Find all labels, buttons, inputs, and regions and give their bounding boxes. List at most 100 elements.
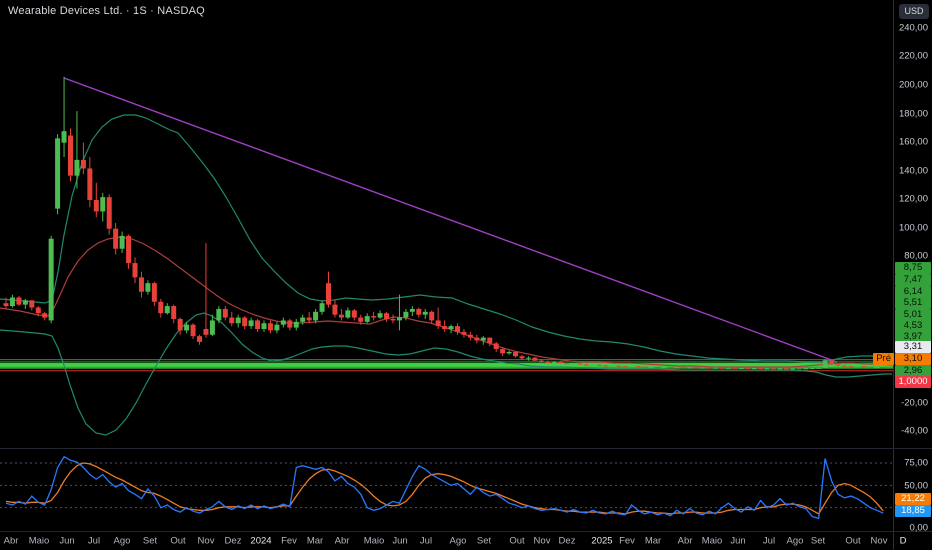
candle-body (783, 368, 789, 370)
candle-body (390, 318, 396, 321)
price-axis-label: 200,00 (898, 79, 928, 91)
price-axis-label: 180,00 (898, 108, 928, 120)
time-axis-month-label: Set (142, 535, 158, 546)
candle-body (429, 311, 435, 321)
candle-body (384, 313, 390, 319)
time-axis-month-label: Nov (197, 535, 215, 546)
candle-body (55, 138, 61, 209)
candle-body (326, 283, 331, 305)
time-axis-month-label: Out (845, 535, 861, 546)
candle-body (725, 367, 731, 369)
candle-body (319, 303, 325, 312)
pre-market-label: Pré (873, 353, 894, 365)
candle-body (854, 366, 860, 368)
pane-divider[interactable] (0, 448, 932, 449)
candle-body (622, 366, 628, 368)
price-axis[interactable]: USD 240,00 220,00 200,00 180,00 160,00 140,00… (894, 0, 932, 550)
candle-body (345, 310, 351, 318)
time-axis-month-label: Dez (558, 535, 576, 546)
rsi-value-label: 21,22 (895, 493, 931, 505)
candle-body (177, 318, 183, 331)
candle-body (22, 300, 28, 305)
candle-body (396, 317, 402, 321)
time-axis-month-label: Mar (644, 535, 662, 546)
candle-body (422, 311, 428, 315)
time-axis-month-label: Ago (449, 535, 467, 546)
candle-body (880, 367, 886, 369)
candle-body (564, 363, 570, 365)
pre-market-price-label: 3,10 (895, 353, 931, 365)
candle-body (596, 364, 602, 366)
candle-body (571, 363, 577, 365)
candle-body (35, 307, 41, 314)
candle-body (209, 320, 215, 335)
candle-body (164, 306, 170, 314)
candle-body (848, 366, 854, 368)
candle-body (835, 364, 841, 366)
candle-body (525, 357, 531, 359)
candle-body (132, 263, 138, 278)
time-axis-month-label: Dez (224, 535, 242, 546)
rsi-axis-label: 50,00 (904, 480, 928, 492)
candle-body (538, 360, 544, 362)
candle-body (654, 366, 660, 368)
candle-body (113, 228, 119, 249)
price-axis-label: 220,00 (898, 50, 928, 62)
candle-body (745, 367, 751, 369)
price-axis-label: 100,00 (898, 222, 928, 234)
candle-body (448, 326, 454, 330)
candle-body (551, 361, 557, 363)
time-axis-month-label: Jun (392, 535, 408, 546)
candle-body (106, 197, 112, 229)
candle-body (861, 366, 867, 368)
candle-body (280, 320, 286, 325)
candle-body (351, 310, 357, 318)
candle-body (629, 366, 635, 368)
time-axis-month-label: Out (509, 535, 525, 546)
candle-body (68, 135, 73, 176)
candle-body (267, 323, 273, 331)
candle-body (222, 308, 228, 318)
candle-body (358, 317, 364, 322)
candle-body (874, 367, 880, 369)
candle-body (184, 324, 190, 331)
chart-canvas[interactable] (0, 0, 893, 550)
candle-body (519, 356, 525, 359)
candle-body (313, 311, 319, 321)
candle-body (590, 364, 596, 366)
price-level-label: 3,31 (895, 341, 931, 353)
candle-body (661, 367, 667, 369)
candle-body (829, 360, 835, 365)
time-axis-month-label: Jun (59, 535, 75, 546)
candle-body (119, 235, 125, 249)
time-axis[interactable]: Abr Maio Jun Jul Ago Set Out Nov Dez 2024 Fev Mar Ab… (0, 531, 907, 550)
candle-body (300, 317, 306, 322)
candle-body (3, 303, 9, 307)
candle-body (713, 367, 718, 369)
candle-body (700, 367, 706, 369)
candle-body (377, 313, 383, 318)
candle-body (803, 368, 809, 370)
bollinger-upper-band (0, 114, 893, 363)
time-axis-month-label: Ago (786, 535, 804, 546)
currency-toggle-button[interactable]: USD (899, 4, 929, 19)
candle-body (764, 368, 770, 370)
time-axis-month-label: Fev (281, 535, 297, 546)
candle-body (306, 317, 312, 321)
candle-body (74, 159, 80, 176)
candle-body (558, 361, 564, 364)
time-axis-year-label: 2025 (591, 535, 613, 546)
candle-body (9, 297, 15, 307)
price-level-label: 5,51 (895, 297, 931, 309)
candle-body (203, 329, 209, 335)
candle-body (87, 168, 93, 201)
candle-body (61, 131, 67, 143)
candle-body (732, 367, 738, 369)
rsi-value-label: 18,85 (895, 505, 931, 517)
candle-body (532, 357, 538, 361)
rsi-axis-label: 0,00 (909, 522, 929, 534)
candle-body (229, 317, 235, 324)
price-axis-label: 120,00 (898, 193, 928, 205)
candle-body (151, 283, 157, 302)
candle-body (287, 320, 293, 328)
